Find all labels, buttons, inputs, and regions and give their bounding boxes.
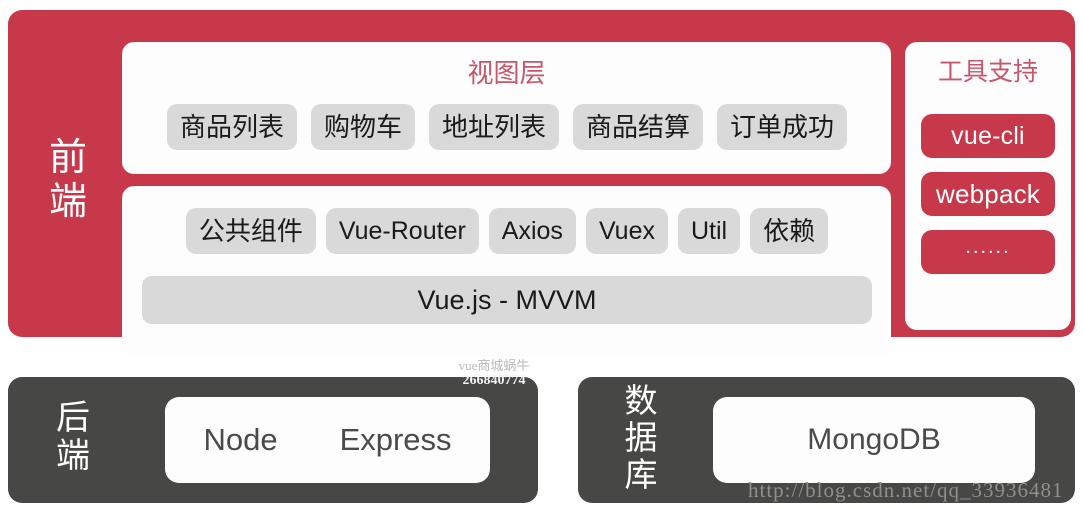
logic-layer-pill-row: 公共组件 Vue-Router Axios Vuex Util 依赖 bbox=[140, 208, 874, 254]
view-pill-checkout[interactable]: 商品结算 bbox=[573, 104, 704, 150]
view-layer-title: 视图层 bbox=[467, 58, 546, 88]
database-stack-box: MongoDB bbox=[713, 397, 1035, 483]
view-layer-card: 视图层 商品列表 购物车 地址列表 商品结算 订单成功 bbox=[122, 42, 891, 174]
frontend-label-char-2: 端 bbox=[48, 181, 87, 223]
tools-support-card: 工具支持 vue-cli webpack ...... bbox=[905, 42, 1071, 330]
database-label-char-3: 库 bbox=[624, 456, 658, 493]
backend-item-node[interactable]: Node bbox=[203, 422, 277, 458]
frontend-panel: 前 端 视图层 商品列表 购物车 地址列表 商品结算 订单成功 公共组件 Vue… bbox=[8, 10, 1075, 356]
view-pill-order-success[interactable]: 订单成功 bbox=[717, 104, 848, 150]
tool-button-vue-cli[interactable]: vue-cli bbox=[921, 114, 1055, 158]
logic-pill-dependencies[interactable]: 依赖 bbox=[750, 208, 829, 254]
backend-stack-box: Node Express bbox=[165, 397, 490, 483]
tool-button-webpack[interactable]: webpack bbox=[921, 172, 1055, 216]
diagram-canvas: 前 端 视图层 商品列表 购物车 地址列表 商品结算 订单成功 公共组件 Vue… bbox=[0, 0, 1083, 510]
framework-bar-vuejs-mvvm[interactable]: Vue.js - MVVM bbox=[142, 276, 872, 324]
backend-panel: 后 端 Node Express bbox=[8, 377, 538, 503]
logic-pill-common-components[interactable]: 公共组件 bbox=[185, 208, 316, 254]
view-pill-product-list[interactable]: 商品列表 bbox=[166, 104, 297, 150]
center-watermark-line-1: vue商城蜗牛 bbox=[458, 358, 530, 373]
logic-pill-vue-router[interactable]: Vue-Router bbox=[325, 208, 479, 254]
tool-button-more[interactable]: ...... bbox=[921, 230, 1055, 274]
database-vertical-label: 数 据 库 bbox=[618, 382, 664, 493]
logic-pill-util[interactable]: Util bbox=[678, 208, 741, 254]
logic-pill-axios[interactable]: Axios bbox=[488, 208, 576, 254]
frontend-label-char-1: 前 bbox=[48, 137, 87, 179]
database-item-mongodb[interactable]: MongoDB bbox=[807, 423, 940, 457]
view-pill-address-list[interactable]: 地址列表 bbox=[428, 104, 559, 150]
logic-pill-vuex[interactable]: Vuex bbox=[585, 208, 668, 254]
backend-item-express[interactable]: Express bbox=[340, 422, 452, 458]
backend-vertical-label: 后 端 bbox=[50, 399, 96, 475]
backend-label-char-1: 后 bbox=[56, 399, 90, 437]
backend-label-char-2: 端 bbox=[56, 437, 90, 475]
view-pill-shopping-cart[interactable]: 购物车 bbox=[310, 104, 415, 150]
tools-support-title: 工具支持 bbox=[937, 58, 1038, 86]
database-label-char-1: 数 bbox=[624, 382, 658, 419]
logic-layer-card: 公共组件 Vue-Router Axios Vuex Util 依赖 Vue.j… bbox=[122, 186, 891, 356]
view-layer-pill-row: 商品列表 购物车 地址列表 商品结算 订单成功 bbox=[140, 104, 874, 150]
frontend-vertical-label: 前 端 bbox=[42, 136, 94, 224]
frontend-content: 视图层 商品列表 购物车 地址列表 商品结算 订单成功 公共组件 Vue-Rou… bbox=[122, 34, 891, 356]
database-panel: 数 据 库 MongoDB bbox=[578, 377, 1075, 503]
database-label-char-2: 据 bbox=[624, 419, 658, 456]
